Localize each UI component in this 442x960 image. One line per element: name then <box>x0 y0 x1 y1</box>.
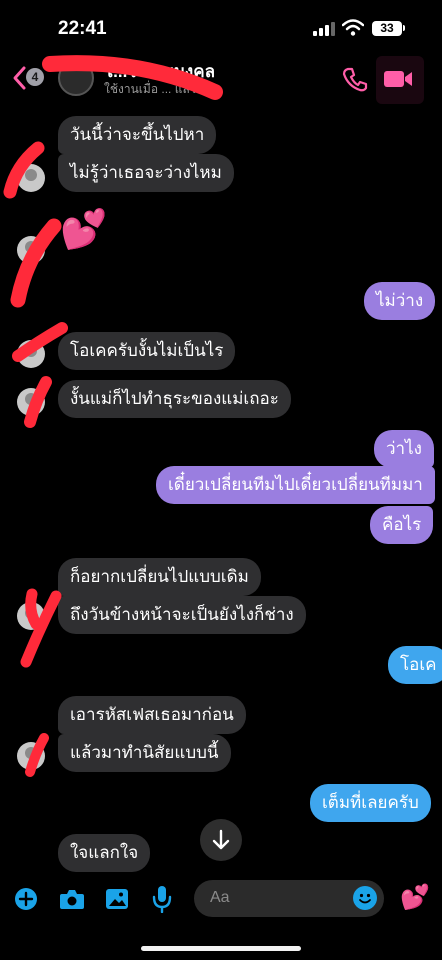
redaction-scribble <box>12 322 68 428</box>
status-time: 22:41 <box>58 18 107 39</box>
message-incoming[interactable]: ไม่รู้ว่าเธอจะว่างไหม <box>58 154 234 192</box>
redaction-scribble <box>10 218 62 308</box>
video-camera-icon[interactable] <box>382 66 414 92</box>
camera-icon[interactable] <box>59 887 85 911</box>
redaction-scribble <box>42 55 223 100</box>
message-incoming[interactable]: ถึงวันข้างหน้าจะเป็นยังไงก็ช่าง <box>58 596 306 634</box>
message-incoming[interactable]: วันนี้ว่าจะขึ้นไปหา <box>58 116 217 154</box>
message-outgoing[interactable]: เต็มที่เลยครับ <box>310 784 431 822</box>
message-incoming[interactable]: โอเคครับงั้นไม่เป็นไร <box>58 332 236 370</box>
home-indicator <box>141 946 301 951</box>
heart-sticker-icon[interactable]: 💕 <box>400 884 430 912</box>
emoji-icon[interactable] <box>353 886 377 910</box>
message-outgoing[interactable]: คือไร <box>370 506 434 544</box>
redaction-scribble <box>25 733 49 777</box>
message-incoming[interactable]: งั้นแม่ก็ไปทำธุระของแม่เถอะ <box>58 380 291 418</box>
message-incoming[interactable]: แล้วมาทำนิสัยแบบนี้ <box>58 734 231 772</box>
scroll-down-button[interactable] <box>200 819 242 861</box>
battery-tip <box>403 25 405 31</box>
message-input-placeholder: Aa <box>210 889 230 906</box>
arrow-down-icon <box>212 829 230 850</box>
message-outgoing[interactable]: โอเค <box>388 646 442 684</box>
message-outgoing[interactable]: ไม่ว่าง <box>364 282 436 320</box>
message-incoming[interactable]: ใจแลกใจ <box>58 834 151 872</box>
smiley-face-icon <box>359 893 371 904</box>
gallery-icon[interactable] <box>105 887 129 911</box>
message-incoming[interactable]: เอารหัสเฟสเธอมาก่อน <box>58 696 246 734</box>
wifi-icon <box>342 19 364 36</box>
plus-icon[interactable] <box>14 887 38 911</box>
microphone-icon[interactable] <box>152 885 172 913</box>
message-outgoing[interactable]: เดี๋ยวเปลี่ยนทีมไปเดี๋ยวเปลี่ยนทีมมา <box>156 466 435 504</box>
redaction-scribble <box>20 588 62 668</box>
heart-sticker[interactable]: 💕 <box>60 210 107 250</box>
message-outgoing[interactable]: ว่าไง <box>374 430 434 468</box>
battery-indicator: 33 <box>372 21 402 36</box>
message-incoming[interactable]: ก็อยากเปลี่ยนไปแบบเดิม <box>58 558 261 596</box>
cellular-signal-icon <box>313 22 335 36</box>
phone-icon[interactable] <box>342 66 368 92</box>
redaction-scribble <box>3 141 45 199</box>
